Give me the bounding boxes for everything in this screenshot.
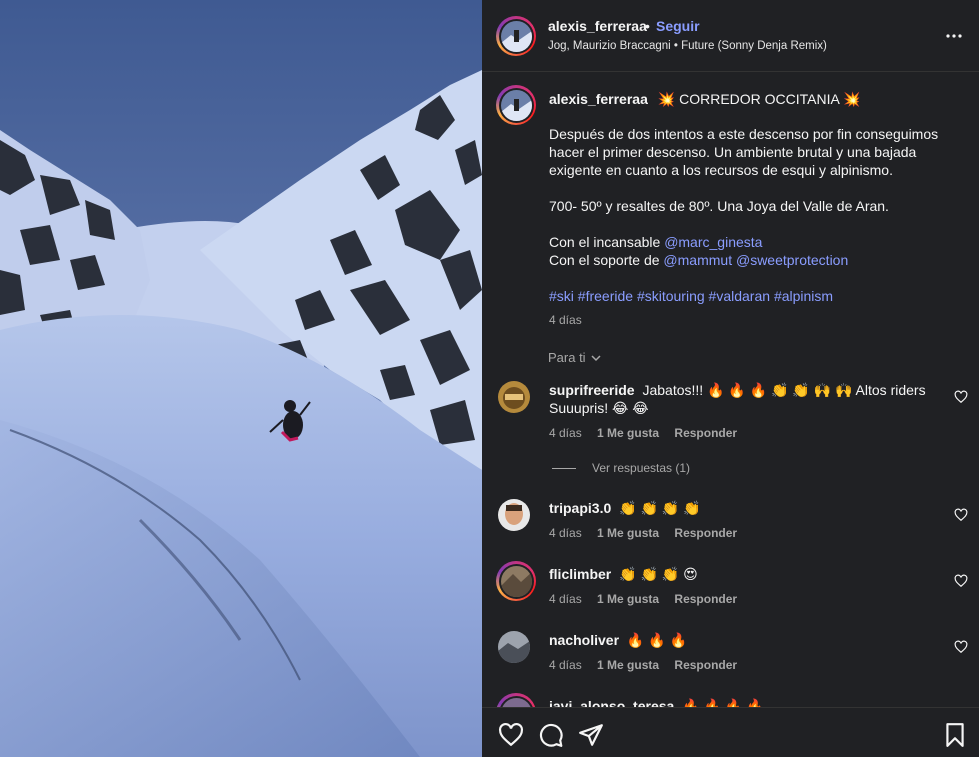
separator-dot: •: [645, 18, 650, 34]
caption-header: alexis_ferreraa 💥 CORREDOR OCCITANIA 💥: [549, 91, 860, 108]
comment-filter[interactable]: Para ti: [548, 350, 602, 365]
post-media[interactable]: [0, 0, 482, 757]
post-action-bar: [482, 707, 979, 757]
commenter-username[interactable]: fliclimber: [549, 566, 611, 582]
reply-button[interactable]: Responder: [674, 426, 737, 440]
post-sidebar: alexis_ferreraa • Seguir Jog, Maurizio B…: [482, 0, 979, 757]
author-avatar[interactable]: [496, 16, 536, 56]
post-header: alexis_ferreraa • Seguir Jog, Maurizio B…: [482, 0, 979, 72]
reply-button[interactable]: Responder: [674, 592, 737, 606]
comment-filter-label: Para ti: [548, 350, 586, 365]
hashtags: #ski #freeride #skitouring #valdaran #al…: [549, 287, 959, 305]
mention-link[interactable]: @mammut: [663, 252, 732, 268]
comment-meta: 4 días 1 Me gusta Responder: [549, 592, 749, 606]
author-username[interactable]: alexis_ferreraa: [548, 18, 647, 34]
bookmark-icon[interactable]: [942, 722, 968, 748]
hashtag-link[interactable]: #ski: [549, 288, 574, 304]
hashtag-link[interactable]: #alpinism: [774, 288, 833, 304]
spark-emoji: 💥: [657, 91, 676, 107]
audio-track[interactable]: Jog, Maurizio Braccagni • Future (Sonny …: [548, 40, 827, 52]
follow-button[interactable]: Seguir: [656, 18, 700, 34]
comment-time: 4 días: [549, 526, 582, 540]
chevron-down-icon: [591, 354, 601, 361]
reply-button[interactable]: Responder: [674, 658, 737, 672]
commenter-username[interactable]: javi_alonso_teresa: [549, 698, 674, 707]
commenter-avatar[interactable]: [496, 561, 536, 601]
caption-body: Después de dos intentos a este descenso …: [549, 125, 959, 323]
caption-credits: Con el incansable @marc_ginesta Con el s…: [549, 234, 849, 268]
comment-likes[interactable]: 1 Me gusta: [597, 592, 659, 606]
comment-text: 🔥 🔥 🔥 🔥: [682, 698, 764, 707]
comment-icon[interactable]: [538, 722, 564, 748]
comment-meta: 4 días 1 Me gusta Responder: [549, 526, 749, 540]
comment-likes[interactable]: 1 Me gusta: [597, 658, 659, 672]
caption-title: CORREDOR OCCITANIA: [679, 91, 840, 107]
heart-icon[interactable]: [954, 640, 968, 654]
hashtag-link[interactable]: #skitouring: [637, 288, 705, 304]
commenter-avatar[interactable]: [498, 631, 530, 663]
hashtag-link[interactable]: #valdaran: [709, 288, 771, 304]
comment-meta: 4 días 1 Me gusta Responder: [549, 426, 749, 440]
share-icon[interactable]: [578, 722, 604, 748]
comment-time: 4 días: [549, 426, 582, 440]
view-replies-label: Ver respuestas (1): [592, 461, 691, 475]
comment-likes[interactable]: 1 Me gusta: [597, 426, 659, 440]
view-replies-button[interactable]: Ver respuestas (1): [552, 461, 690, 475]
more-options-icon[interactable]: [942, 24, 966, 48]
caption-avatar[interactable]: [496, 85, 536, 125]
commenter-avatar[interactable]: [498, 499, 530, 531]
heart-icon[interactable]: [954, 508, 968, 522]
comment-text: 👏 👏 👏 😍: [619, 566, 698, 582]
commenter-avatar[interactable]: [496, 693, 536, 707]
comment-text: 👏 👏 👏 👏: [619, 500, 701, 516]
spark-emoji-2: 💥: [842, 91, 861, 107]
comments-scroll-area[interactable]: alexis_ferreraa 💥 CORREDOR OCCITANIA 💥 D…: [482, 73, 979, 707]
caption-timestamp: 4 días: [549, 313, 582, 327]
commenter-username[interactable]: suprifreeride: [549, 382, 635, 398]
ski-couloir-image: [0, 0, 482, 757]
mention-link[interactable]: @marc_ginesta: [664, 234, 762, 250]
mention-link[interactable]: @sweetprotection: [736, 252, 848, 268]
comment-likes[interactable]: 1 Me gusta: [597, 526, 659, 540]
caption-username[interactable]: alexis_ferreraa: [549, 91, 648, 107]
heart-icon[interactable]: [498, 722, 524, 748]
heart-icon[interactable]: [954, 574, 968, 588]
hashtag-link[interactable]: #freeride: [578, 288, 633, 304]
comment-text: 🔥 🔥 🔥: [626, 632, 687, 648]
reply-button[interactable]: Responder: [674, 526, 737, 540]
comment-meta: 4 días 1 Me gusta Responder: [549, 658, 749, 672]
comment-time: 4 días: [549, 592, 582, 606]
commenter-username[interactable]: tripapi3.0: [549, 500, 611, 516]
commenter-avatar[interactable]: [498, 381, 530, 413]
commenter-username[interactable]: nacholiver: [549, 632, 619, 648]
heart-icon[interactable]: [954, 390, 968, 404]
caption-paragraph: Después de dos intentos a este descenso …: [549, 126, 939, 178]
comment-time: 4 días: [549, 658, 582, 672]
caption-paragraph: 700- 50º y resaltes de 80º. Una Joya del…: [549, 198, 889, 214]
replies-divider: [552, 467, 576, 469]
